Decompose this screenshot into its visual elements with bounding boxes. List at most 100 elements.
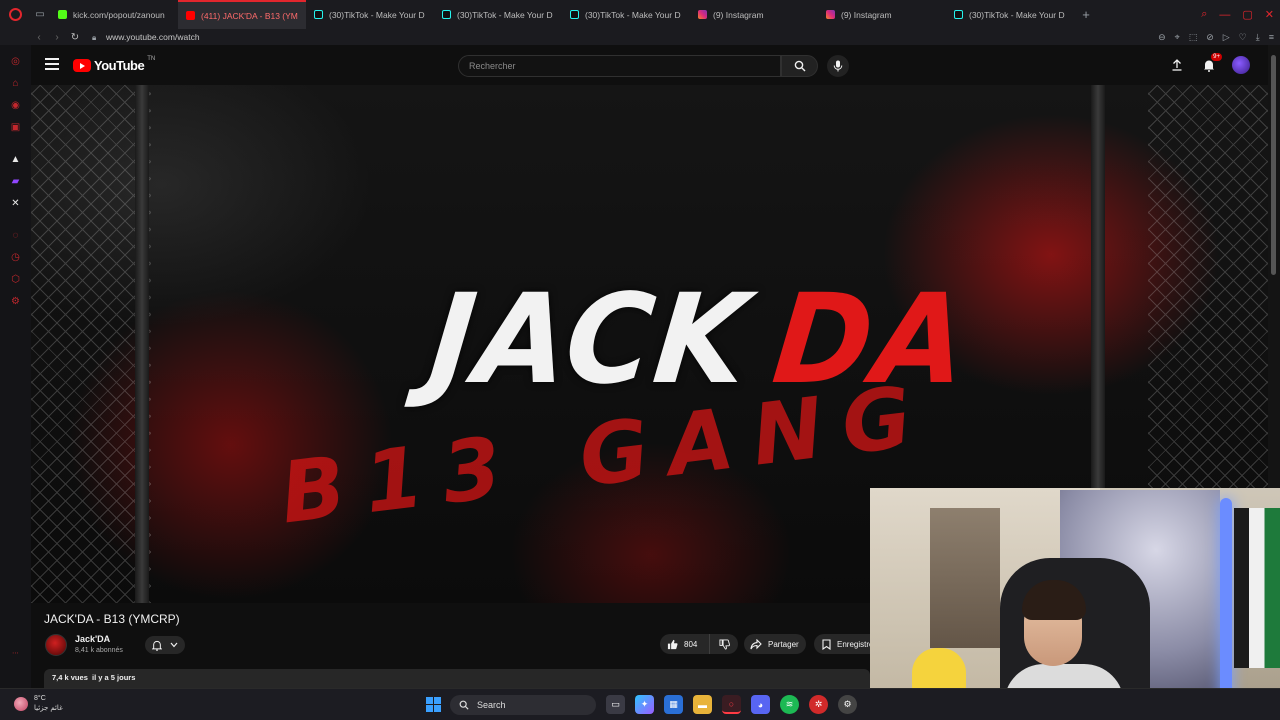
instagram-icon: [698, 10, 707, 19]
maximize-icon[interactable]: ▢: [1242, 8, 1252, 21]
forward-icon[interactable]: ›: [48, 32, 66, 43]
view-count: 7,4 k vues: [52, 673, 88, 682]
player-sidebar-icon[interactable]: ◌: [9, 229, 22, 242]
art-title-white: JACK: [423, 266, 757, 412]
webcam-neon-light: [1220, 498, 1232, 720]
weather-widget[interactable]: 8°C غائم جزئيا: [14, 694, 63, 714]
scrollbar-thumb[interactable]: [1271, 55, 1276, 275]
browser-tab[interactable]: kick.com/popout/zanoun: [50, 0, 178, 29]
upload-button[interactable]: [1167, 55, 1187, 75]
back-icon[interactable]: ‹: [30, 32, 48, 43]
share-label: Partager: [768, 639, 799, 649]
kick-icon: [58, 10, 67, 19]
thumbnail-title-art: JACKDA B13 GANG: [275, 267, 975, 543]
voice-search-button[interactable]: [827, 55, 849, 77]
opera-logo-icon[interactable]: [0, 0, 30, 29]
video-title: JACK'DA - B13 (YMCRP): [44, 612, 180, 626]
store-icon[interactable]: ▦: [664, 695, 683, 714]
app-icon[interactable]: ⚙: [838, 695, 857, 714]
hamburger-menu-icon[interactable]: [45, 58, 59, 70]
subscription-bell-button[interactable]: [145, 636, 185, 654]
like-dislike-group: 804: [660, 634, 738, 654]
close-icon[interactable]: ✕: [1265, 8, 1274, 21]
tab-label: (30)TikTok - Make Your D: [457, 9, 553, 20]
account-button[interactable]: [1231, 55, 1251, 75]
like-count: 804: [684, 639, 698, 649]
like-button[interactable]: 804: [660, 634, 710, 654]
taskbar-search-label: Search: [477, 700, 506, 710]
taskbar-search[interactable]: Search: [450, 695, 596, 715]
channel-avatar[interactable]: [45, 634, 67, 656]
browser-tab[interactable]: (9) Instagram: [690, 0, 818, 29]
new-tab-icon[interactable]: +: [1074, 0, 1098, 29]
description-box[interactable]: 7,4 k vues il y a 5 jours: [44, 669, 870, 688]
youtube-play-icon: [73, 59, 91, 72]
notifications-button[interactable]: 9+: [1199, 53, 1222, 75]
temperature: 8°C: [34, 695, 46, 702]
instagram-sidebar-icon[interactable]: ▣: [9, 121, 22, 134]
region-code: TN: [147, 56, 156, 62]
channel-name[interactable]: Jack'DA: [75, 634, 110, 644]
history-icon[interactable]: ◷: [9, 251, 22, 264]
tab-switcher-icon[interactable]: ▭: [30, 0, 50, 29]
browser-tab-active[interactable]: (411) JACK'DA - B13 (YM: [178, 0, 306, 29]
twitch-icon[interactable]: ▰: [9, 175, 22, 188]
tab-label: (411) JACK'DA - B13 (YM: [201, 10, 298, 21]
dislike-button[interactable]: [710, 634, 738, 654]
windows-start-icon[interactable]: [426, 697, 441, 712]
fence-left: [31, 85, 151, 603]
taskbar-apps: ▭ ✦ ▦ ▬ ○ ◕ ≋ ✲ ⚙: [606, 695, 857, 714]
share-button[interactable]: Partager: [744, 634, 806, 654]
opera-taskbar-icon[interactable]: ○: [722, 695, 741, 714]
download-icon[interactable]: ⤓: [1256, 32, 1260, 43]
streaming-app-icon[interactable]: ✲: [809, 695, 828, 714]
snapshot-icon[interactable]: ⬚: [1189, 32, 1198, 43]
messenger-icon[interactable]: ◉: [9, 99, 22, 112]
microphone-icon: [833, 60, 843, 72]
url-field[interactable]: www.youtube.com/watch: [106, 32, 200, 42]
zoom-icon[interactable]: ⊖: [1158, 32, 1166, 43]
weather-icon: [14, 697, 28, 711]
search-button[interactable]: [781, 55, 818, 77]
youtube-header: YouTube TN 9+: [31, 45, 1268, 85]
minimize-icon[interactable]: —: [1219, 9, 1230, 21]
reload-icon[interactable]: ↻: [66, 32, 84, 43]
bookmark-icon: [822, 638, 831, 650]
address-tools: ⊖ ⌖ ⬚ ⊘ ▷ ♡ ⤓ ≡: [1158, 29, 1274, 45]
menu-icon[interactable]: ≡: [1269, 32, 1274, 42]
browser-tab[interactable]: (30)TikTok - Make Your D: [306, 0, 434, 29]
settings-icon[interactable]: ⚙: [9, 295, 22, 308]
window-controls: ⌕ — ▢ ✕: [1201, 0, 1274, 29]
tiktok-icon: [442, 10, 451, 19]
thumbs-down-icon: [718, 638, 730, 650]
file-explorer-icon[interactable]: ▬: [693, 695, 712, 714]
extensions-icon[interactable]: ⬡: [9, 273, 22, 286]
browser-tab[interactable]: (30)TikTok - Make Your D: [562, 0, 690, 29]
bell-icon: [152, 640, 163, 651]
browser-tab[interactable]: (9) Instagram: [818, 0, 946, 29]
header-actions: 9+: [1167, 53, 1251, 75]
shopping-icon[interactable]: ⌂: [9, 77, 22, 90]
search-tabs-icon[interactable]: ⌕: [1201, 8, 1207, 21]
search-input[interactable]: [459, 56, 780, 76]
discord-icon[interactable]: ◕: [751, 695, 770, 714]
x-icon[interactable]: ✕: [9, 197, 22, 210]
pin-icon[interactable]: ⌖: [1175, 32, 1180, 43]
task-view-icon[interactable]: ▭: [606, 695, 625, 714]
search-icon: [794, 60, 805, 72]
more-icon[interactable]: ⋯: [9, 647, 22, 660]
tab-label: (30)TikTok - Make Your D: [329, 9, 425, 20]
lock-icon[interactable]: 🔒︎: [92, 33, 100, 42]
adblock-icon[interactable]: ⊘: [1206, 32, 1214, 43]
notification-badge: 9+: [1211, 53, 1222, 61]
youtube-logo[interactable]: YouTube TN: [73, 56, 156, 73]
spotify-icon[interactable]: ≋: [780, 695, 799, 714]
search-box: [458, 55, 781, 77]
aria-icon[interactable]: ◎: [9, 55, 22, 68]
copilot-icon[interactable]: ✦: [635, 695, 654, 714]
arc-icon[interactable]: ▲: [9, 153, 22, 166]
browser-tab[interactable]: (30)TikTok - Make Your D: [946, 0, 1074, 29]
player-icon[interactable]: ▷: [1223, 32, 1230, 43]
browser-tab[interactable]: (30)TikTok - Make Your D: [434, 0, 562, 29]
heart-icon[interactable]: ♡: [1239, 32, 1247, 43]
